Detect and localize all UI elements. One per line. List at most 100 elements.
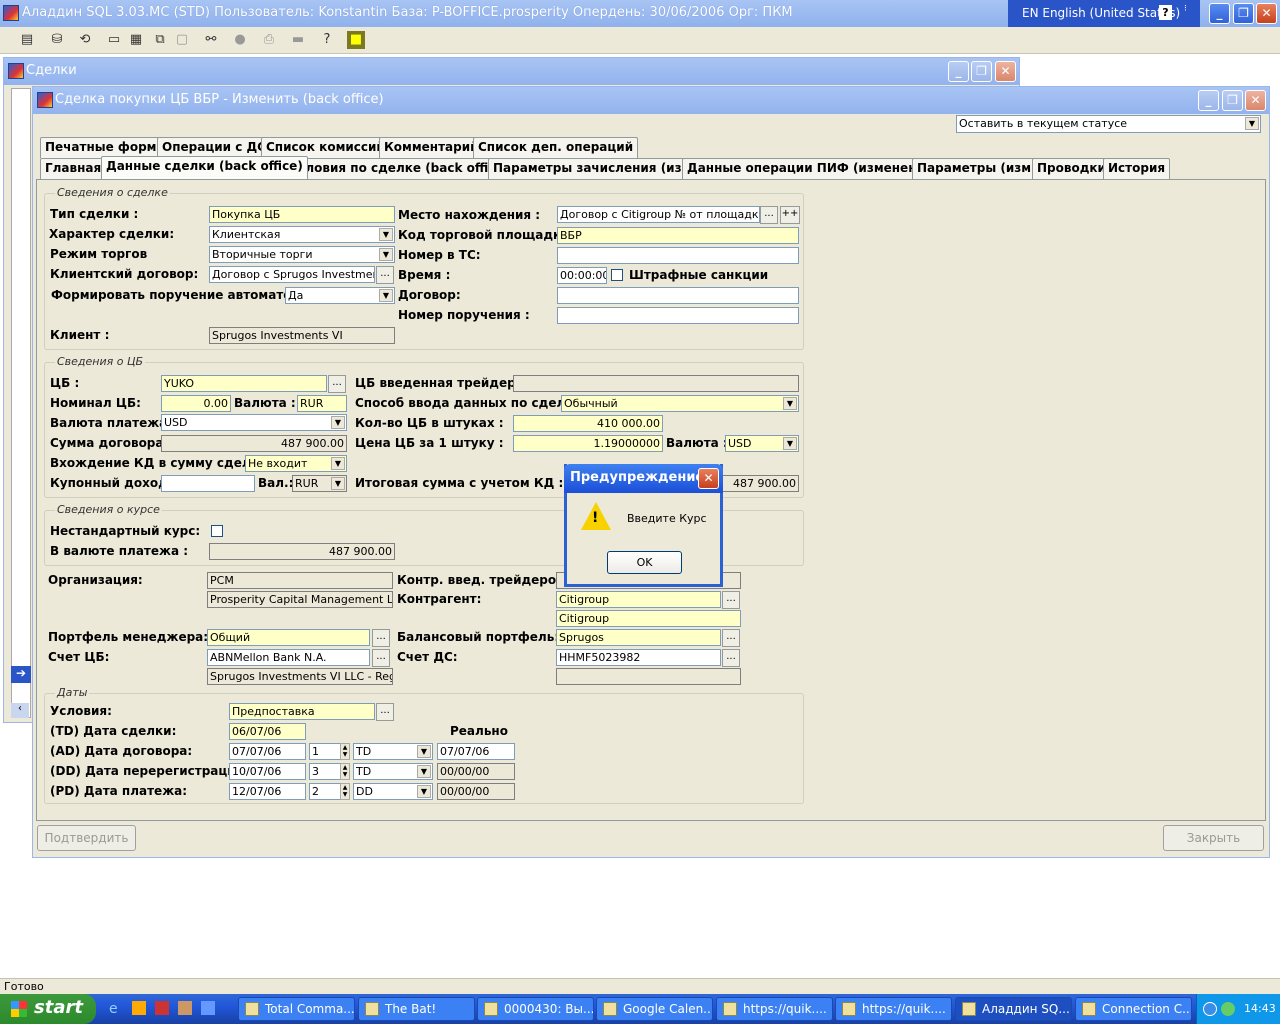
task-connection[interactable]: Connection C... [1075,997,1192,1021]
tab-crediting-params[interactable]: Параметры зачисления (изм.) [488,158,707,179]
security-account-field[interactable]: ABNMellon Bank N.A. [207,649,370,666]
refresh-icon[interactable]: ⟲ [76,31,94,49]
tab-parameters[interactable]: Параметры (изм.) [912,158,1047,179]
price-field[interactable]: 1.19000000 [513,435,663,452]
counterparty-field[interactable]: Citigroup [556,591,721,608]
quicklaunch-app-icon[interactable] [178,1001,192,1015]
deals-restore-button[interactable]: ❐ [971,61,992,82]
start-button[interactable]: start [0,994,96,1024]
counterparty-lookup-button[interactable]: ... [722,591,740,609]
help-question-icon[interactable]: ? [318,31,336,49]
tile-icon[interactable]: ▦ [127,31,145,49]
tab-main[interactable]: Главная [40,158,107,179]
manager-portfolio-field[interactable]: Общий [207,629,370,646]
tray-network-icon[interactable] [1221,1002,1235,1016]
terms-field[interactable]: Предпоставка [229,703,375,720]
auto-order-select[interactable]: Да ▼ [285,287,395,304]
task-quik-2[interactable]: https://quik.... [835,997,952,1021]
deal-type-field[interactable]: Покупка ЦБ [209,206,395,223]
pd-days-spinner-icon[interactable]: ▲ ▼ [340,783,350,800]
scroll-left-icon[interactable]: ‹ [11,703,29,718]
client-contract-lookup-button[interactable]: ... [376,266,394,284]
security-account-lookup-button[interactable]: ... [372,649,390,667]
location-add-button[interactable]: ++ [780,206,800,224]
ie-icon[interactable]: e [109,1001,118,1017]
tab-history[interactable]: История [1103,158,1171,179]
tab-commissions[interactable]: Список комиссий [261,137,390,158]
ts-number-field[interactable] [557,247,799,264]
deals-minimize-button[interactable]: _ [948,61,969,82]
book-icon[interactable]: ■ [347,31,365,49]
ad-days-spinner-icon[interactable]: ▲ ▼ [340,743,350,760]
nominal-field[interactable]: 0.00 [161,395,231,412]
ad-base-select[interactable]: TD ▼ [353,743,433,760]
quicklaunch-app-icon[interactable] [155,1001,169,1015]
database-icon[interactable]: ⛁ [48,31,66,49]
dialog-close-button[interactable]: ✕ [698,468,719,489]
tab-postings[interactable]: Проводки [1032,158,1111,179]
status-select[interactable]: Оставить в текущем статусе ▼ [956,115,1261,133]
manager-portfolio-lookup-button[interactable]: ... [372,629,390,647]
cash-account-field[interactable]: HHMF5023982 [556,649,721,666]
order-number-field[interactable] [557,307,799,324]
dd-field[interactable]: 10/07/06 [229,763,306,780]
ad-field[interactable]: 07/07/06 [229,743,306,760]
venue-code-field[interactable]: ВБР [557,227,799,244]
coupon-field[interactable] [161,475,255,492]
help-icon[interactable]: ? [1159,5,1172,20]
dd-base-select[interactable]: TD ▼ [353,763,433,780]
binoculars-icon[interactable]: ⚯ [202,31,220,49]
task-total-commander[interactable]: Total Comma... [238,997,355,1021]
time-field[interactable]: 00:00:00 [557,267,607,284]
ad-days-field[interactable]: 1 [309,743,341,760]
task-aladdin[interactable]: Аладдин SQ... [955,997,1072,1021]
currency-field[interactable]: RUR [297,395,347,412]
pd-field[interactable]: 12/07/06 [229,783,306,800]
window-icon[interactable]: ▭ [105,31,123,49]
dd-days-spinner-icon[interactable]: ▲ ▼ [340,763,350,780]
task-the-bat[interactable]: The Bat! [358,997,475,1021]
nonstandard-rate-checkbox[interactable] [211,525,223,537]
list-icon[interactable]: ▤ [18,31,36,49]
tab-pif-operation[interactable]: Данные операции ПИФ (изменение) [682,158,944,179]
task-google-calendar[interactable]: Google Calen... [596,997,713,1021]
clock[interactable]: 14:43 [1244,1002,1276,1015]
penalty-checkbox[interactable] [611,269,623,281]
deals-grid-gutter[interactable] [11,88,31,718]
terms-lookup-button[interactable]: ... [376,703,394,721]
dd-days-field[interactable]: 3 [309,763,341,780]
pd-days-field[interactable]: 2 [309,783,341,800]
tab-deal-terms[interactable]: Условия по сделке (back office) [284,158,514,179]
cascade-icon[interactable]: ⧉ [151,31,169,49]
restore-button[interactable]: ❐ [1233,3,1254,24]
deals-close-button[interactable]: ✕ [995,61,1016,82]
balance-portfolio-field[interactable]: Sprugos [556,629,721,646]
payment-currency-select[interactable]: USD ▼ [161,414,347,431]
options-chevron-icon[interactable]: ⁝ [1184,4,1187,14]
security-field[interactable]: YUKO [161,375,327,392]
input-method-select[interactable]: Обычный ▼ [561,395,799,412]
td-field[interactable]: 06/07/06 [229,723,306,740]
balance-portfolio-lookup-button[interactable]: ... [722,629,740,647]
confirm-button[interactable]: Подтвердить [37,825,136,851]
minimize-button[interactable]: _ [1209,3,1230,24]
tab-print-forms[interactable]: Печатные формы [40,137,173,158]
client-contract-field[interactable]: Договор с Sprugos Investments VI [209,266,375,283]
task-quik-1[interactable]: https://quik.... [716,997,833,1021]
close-button[interactable]: ✕ [1256,3,1277,24]
price-currency-select[interactable]: USD ▼ [725,435,799,452]
location-field[interactable]: Договор с Citigroup № от площадка ВБР [557,206,760,223]
location-lookup-button[interactable]: ... [760,206,778,224]
tab-depo-operations[interactable]: Список деп. операций [473,137,639,158]
deal-restore-button[interactable]: ❐ [1222,90,1243,111]
print-icon[interactable]: ⎙ [260,31,278,49]
tab-cash-operations[interactable]: Операции с ДС [157,137,271,158]
dialog-ok-button[interactable]: OK [607,551,682,574]
coupon-currency-select[interactable]: RUR ▼ [292,475,347,492]
frame-icon[interactable]: ▢ [173,31,191,49]
quicklaunch-app-icon[interactable] [201,1001,215,1015]
counterparty-name-field[interactable]: Citigroup [556,610,741,627]
character-select[interactable]: Клиентская ▼ [209,226,395,243]
contract-field[interactable] [557,287,799,304]
close-deal-button[interactable]: Закрыть [1163,825,1264,851]
